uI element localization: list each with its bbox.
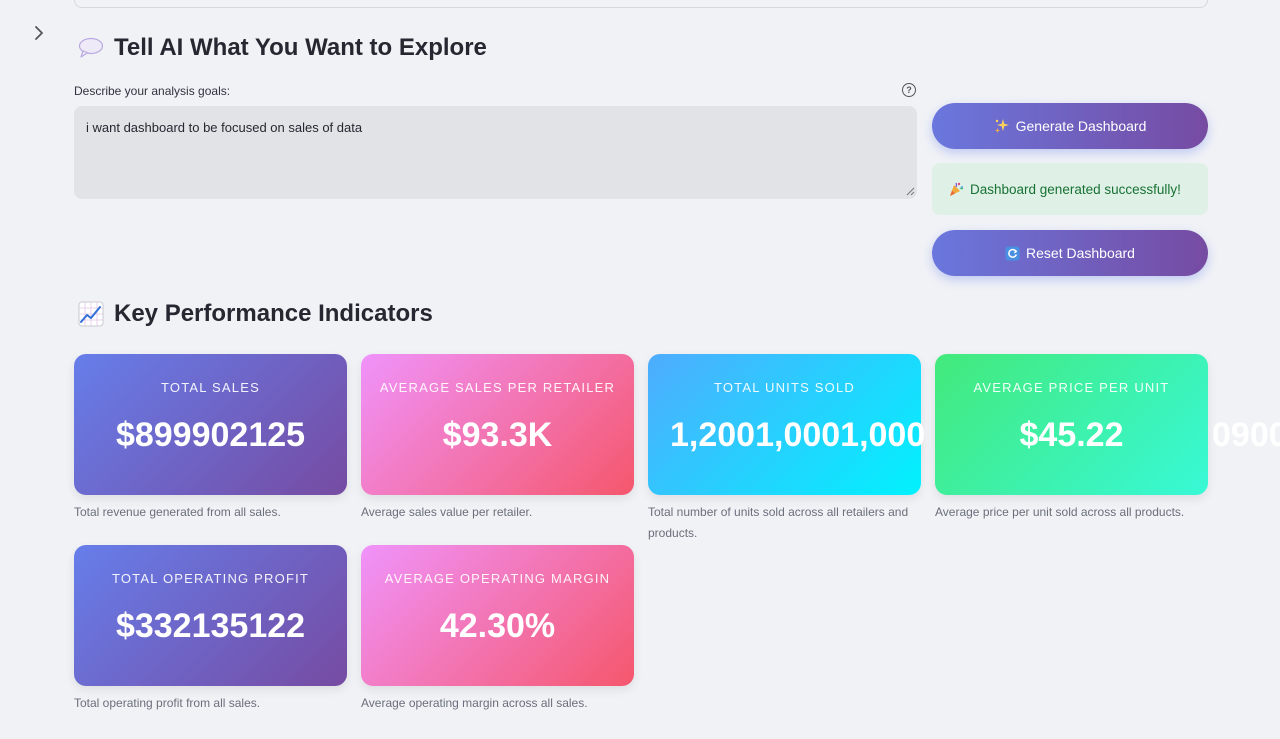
resize-grip-icon[interactable] xyxy=(905,186,915,196)
analysis-goals-input[interactable]: i want dashboard to be focused on sales … xyxy=(74,106,917,199)
success-message: Dashboard generated successfully! xyxy=(970,181,1181,197)
kpi-card-average-sales-per-retailer: AVERAGE SALES PER RETAILER $93.3K xyxy=(361,354,634,495)
kpi-label: AVERAGE PRICE PER UNIT xyxy=(973,380,1170,395)
sparkles-icon xyxy=(994,119,1009,133)
analysis-goals-label: Describe your analysis goals: xyxy=(74,84,231,98)
top-container-frame xyxy=(74,0,1208,8)
kpi-value: $899902125 xyxy=(115,416,306,454)
kpi-value: $45.22 xyxy=(1019,416,1124,454)
kpi-card-total-operating-profit: TOTAL OPERATING PROFIT $332135122 xyxy=(74,545,347,686)
kpi-description: Average price per unit sold across all p… xyxy=(935,505,1185,519)
kpi-value: $93.3K xyxy=(442,416,553,454)
kpi-card-average-price-per-unit: AVERAGE PRICE PER UNIT $45.22 xyxy=(935,354,1208,495)
refresh-icon xyxy=(1005,246,1020,260)
kpi-card-average-operating-margin: AVERAGE OPERATING MARGIN 42.30% xyxy=(361,545,634,686)
success-alert: Dashboard generated successfully! xyxy=(932,163,1208,215)
explore-heading: Tell AI What You Want to Explore xyxy=(78,34,487,62)
kpi-label: AVERAGE SALES PER RETAILER xyxy=(379,380,616,395)
kpi-label: TOTAL UNITS SOLD xyxy=(713,380,856,395)
speech-bubble-icon xyxy=(78,35,104,61)
kpi-card-total-sales: TOTAL SALES $899902125 xyxy=(74,354,347,495)
kpi-description: Average operating margin across all sale… xyxy=(361,696,588,710)
chart-increasing-icon xyxy=(78,301,104,327)
kpi-description: Average sales value per retailer. xyxy=(361,505,533,519)
question-circle-icon[interactable]: ? xyxy=(902,83,916,97)
kpi-label: AVERAGE OPERATING MARGIN xyxy=(384,571,611,586)
kpi-heading: Key Performance Indicators xyxy=(78,300,433,328)
page: Tell AI What You Want to Explore Describ… xyxy=(0,0,1280,739)
kpi-label: TOTAL SALES xyxy=(161,380,260,395)
kpi-label: TOTAL OPERATING PROFIT xyxy=(111,571,310,586)
kpi-value: $332135122 xyxy=(115,607,306,645)
sidebar-toggle-button[interactable] xyxy=(28,22,50,44)
kpi-card-total-units-sold: TOTAL UNITS SOLD xyxy=(648,354,921,495)
reset-dashboard-button[interactable]: Reset Dashboard xyxy=(932,230,1208,276)
generate-dashboard-label: Generate Dashboard xyxy=(1015,118,1147,134)
kpi-title: Key Performance Indicators xyxy=(114,300,433,327)
kpi-description: Total operating profit from all sales. xyxy=(74,696,261,710)
party-popper-icon xyxy=(950,182,964,196)
reset-dashboard-label: Reset Dashboard xyxy=(1026,245,1135,261)
kpi-overflow-value: 0900 xyxy=(1212,416,1280,454)
kpi-description: Total number of units sold across all re… xyxy=(648,505,909,540)
generate-dashboard-button[interactable]: Generate Dashboard xyxy=(932,103,1208,149)
explore-title: Tell AI What You Want to Explore xyxy=(114,34,487,61)
kpi-description: Total revenue generated from all sales. xyxy=(74,505,281,519)
chevron-right-icon xyxy=(35,26,43,40)
kpi-value: 42.30% xyxy=(439,607,556,645)
